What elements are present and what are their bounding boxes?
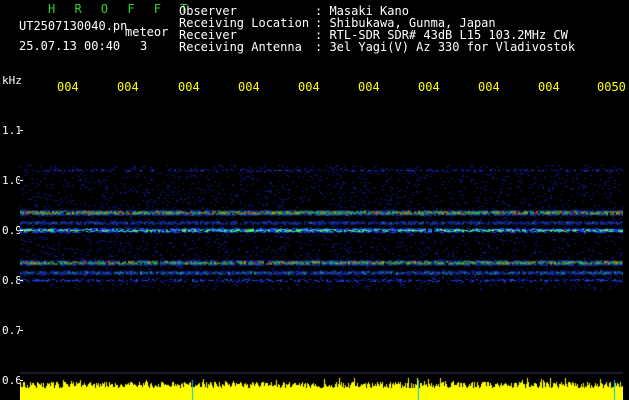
- y-tick-label: 0.8: [2, 274, 22, 287]
- x-tick-label: 004: [418, 80, 440, 94]
- x-tick-label: 0050: [597, 80, 626, 94]
- y-tick-mark: [20, 130, 23, 131]
- y-tick-mark: [20, 180, 23, 181]
- y-tick-mark: [20, 280, 23, 281]
- timestamp: 25.07.13 00:40: [19, 39, 121, 53]
- y-tick-mark: [20, 330, 23, 331]
- y-tick-mark: [20, 230, 23, 231]
- x-tick-label: 004: [298, 80, 320, 94]
- y-axis-unit: kHz: [2, 74, 22, 87]
- x-tick-label: 004: [478, 80, 500, 94]
- y-tick-label: 1.0: [2, 174, 22, 187]
- info-antenna-value: : 3el Yagi(V) Az 330 for Vladivostok: [315, 40, 576, 54]
- y-tick-label: 0.9: [2, 224, 22, 237]
- meteor-count: 3: [140, 39, 148, 53]
- x-tick-label: 004: [538, 80, 560, 94]
- y-tick-mark: [20, 380, 23, 381]
- y-tick-label: 1.1: [2, 124, 22, 137]
- spectrogram-canvas: [20, 93, 623, 400]
- x-tick-label: 004: [57, 80, 79, 94]
- meteor-label: meteor: [125, 25, 169, 39]
- header-brand: H R O F F T: [48, 2, 194, 16]
- y-tick-label: 0.6: [2, 374, 22, 387]
- file-name: UT2507130040.pn: [19, 19, 128, 33]
- y-tick-label: 0.7: [2, 324, 22, 337]
- x-tick-label: 004: [358, 80, 380, 94]
- x-tick-label: 004: [178, 80, 200, 94]
- info-antenna-label: Receiving Antenna: [179, 40, 302, 54]
- x-tick-label: 004: [238, 80, 260, 94]
- x-tick-label: 004: [117, 80, 139, 94]
